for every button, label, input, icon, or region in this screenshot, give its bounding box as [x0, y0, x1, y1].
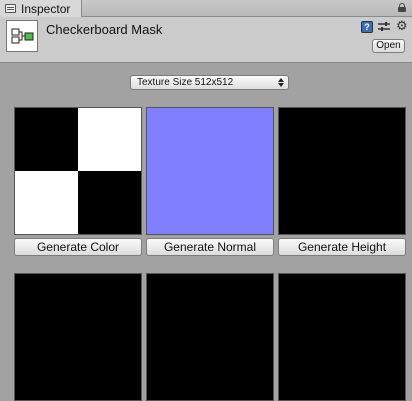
height-preview [278, 107, 406, 235]
normal-preview [146, 107, 274, 235]
color-preview [14, 107, 142, 235]
preview-row2-3 [278, 273, 406, 401]
inspector-icon [5, 4, 16, 13]
generate-height-button[interactable]: Generate Height [278, 238, 406, 256]
inspector-header: Checkerboard Mask ? ⚙ Open [0, 17, 412, 63]
sliders-icon[interactable] [378, 21, 390, 33]
preview-row2-1 [14, 273, 142, 401]
tab-label: Inspector [21, 1, 71, 16]
node-graph-icon [6, 20, 38, 52]
generate-normal-button[interactable]: Generate Normal [146, 238, 274, 256]
dropdown-arrows-icon [278, 78, 284, 87]
texture-size-dropdown[interactable]: Texture Size 512x512 [130, 75, 289, 90]
texture-size-value: Texture Size 512x512 [137, 77, 234, 88]
tab-inspector[interactable]: Inspector [0, 0, 82, 17]
preview-row2-2 [146, 273, 274, 401]
gear-icon[interactable]: ⚙ [396, 19, 410, 33]
lock-icon[interactable] [398, 3, 406, 12]
asset-title: Checkerboard Mask [46, 22, 163, 37]
help-icon[interactable]: ? [361, 21, 373, 33]
tab-bar: Inspector [0, 0, 412, 17]
open-button[interactable]: Open [372, 39, 405, 53]
generate-color-button[interactable]: Generate Color [14, 238, 142, 256]
